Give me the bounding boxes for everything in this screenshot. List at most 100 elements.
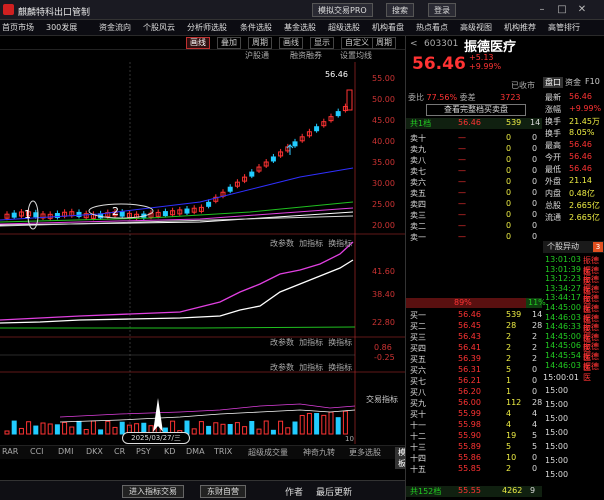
chart-tool-2[interactable]: 周期 xyxy=(248,37,272,49)
buy-level-label: 买六 xyxy=(410,366,426,375)
last-update-label[interactable]: 最后更新 xyxy=(316,485,352,498)
panel4-edit-param[interactable]: 改参数 xyxy=(270,363,294,372)
panel2-add-ind[interactable]: 加指标 xyxy=(299,239,323,248)
menu-item-3[interactable]: 个股风云 xyxy=(143,22,175,33)
menu-item-7[interactable]: 超级选股 xyxy=(328,22,360,33)
buy-level-row: 十四 55.86 10 0 xyxy=(406,453,542,464)
indicator-tab-1[interactable]: CCI xyxy=(30,447,44,456)
volume-bar xyxy=(105,420,111,435)
back-icon[interactable]: < xyxy=(410,39,418,49)
sim-trade-button[interactable]: 模拟交易PRO xyxy=(312,3,373,17)
chart-tool-5[interactable]: 自定义 xyxy=(341,37,373,49)
timeshare-row: 15:00 xyxy=(543,456,604,467)
chart-tool-0[interactable]: 画线 xyxy=(186,37,210,49)
kline-chart[interactable] xyxy=(0,62,405,444)
menu-item-6[interactable]: 基金选股 xyxy=(284,22,316,33)
sell-level-count: 0 xyxy=(532,133,538,142)
volume-bar xyxy=(198,421,204,435)
stat-value: 2.665亿 xyxy=(569,213,600,222)
buy-level-price: 55.86 xyxy=(458,453,481,462)
indicator-tab-8[interactable]: TRIX xyxy=(214,447,232,456)
stat-row: 今开 56.46 xyxy=(543,152,604,163)
menu-item-9[interactable]: 热点看点 xyxy=(416,22,448,33)
stat-value: 0.48亿 xyxy=(569,189,595,198)
stat-row: 换手 8.05% xyxy=(543,128,604,139)
menu-item-2[interactable]: 资金流向 xyxy=(99,22,131,33)
volume-bar xyxy=(263,420,269,435)
bottom-total-price: 55.55 xyxy=(458,486,481,495)
indicator-tab-10[interactable]: 神奇九转 xyxy=(303,447,335,458)
menu-item-0[interactable]: 首页市场 xyxy=(2,22,34,33)
panel2-swap-ind[interactable]: 换指标 xyxy=(328,239,352,248)
panel2-y-label: 41.60 xyxy=(372,267,395,276)
volume-bar xyxy=(11,420,17,435)
sell-level-label: 卖八 xyxy=(410,156,426,165)
panel4-add-ind[interactable]: 加指标 xyxy=(299,363,323,372)
indicator-tab-0[interactable]: RAR xyxy=(2,447,18,456)
panel3-add-ind[interactable]: 加指标 xyxy=(299,338,323,347)
menu-item-10[interactable]: 高级视图 xyxy=(460,22,492,33)
buy-level-count: 0 xyxy=(532,387,538,396)
indicator-tab-4[interactable]: CR xyxy=(114,447,125,456)
indicator-tab-5[interactable]: PSY xyxy=(136,447,151,456)
indicator-tab-11[interactable]: 更多选股 xyxy=(349,447,381,458)
buy-level-price: 55.85 xyxy=(458,464,481,473)
anomaly-badge[interactable]: 3 xyxy=(593,242,603,252)
price-change-pct: +9.99% xyxy=(469,62,502,71)
stock-code: 603301 xyxy=(424,39,459,49)
menu-item-4[interactable]: 分析师选股 xyxy=(187,22,227,33)
right-tab-0[interactable]: 盘口 xyxy=(543,77,563,88)
indicator-trade-button[interactable]: 进入指标交易 xyxy=(122,485,184,498)
indicator-tab-7[interactable]: DMA xyxy=(186,447,205,456)
event-row[interactable]: 14:46:03 振德医 xyxy=(543,361,604,382)
margin-link[interactable]: 融资融券 xyxy=(290,50,322,61)
timeshare-row: 15:00 xyxy=(543,386,604,397)
menu-item-5[interactable]: 条件选股 xyxy=(240,22,272,33)
indicator-tab-6[interactable]: KD xyxy=(164,447,175,456)
sell-level-label: 卖九 xyxy=(410,145,426,154)
full-depth-button[interactable]: 查看完整档买卖盘 xyxy=(426,104,526,116)
login-button[interactable]: 登录 xyxy=(428,3,456,17)
author-label[interactable]: 作者 xyxy=(285,485,303,498)
right-tab-2[interactable]: F10 xyxy=(583,77,602,88)
volume-bar xyxy=(242,426,248,435)
hk-connect-link[interactable]: 沪股通 xyxy=(245,50,269,61)
chart-tool-3[interactable]: 画线 xyxy=(279,37,303,49)
menu-item-12[interactable]: 高管排行 xyxy=(548,22,580,33)
menu-item-1[interactable]: 300发展 xyxy=(46,22,77,33)
minimize-icon[interactable]: – xyxy=(535,3,549,17)
indicator-tab-3[interactable]: DKX xyxy=(86,447,103,456)
chart-tool-1[interactable]: 叠加 xyxy=(217,37,241,49)
sell-level-row: 卖六 — 0 0 xyxy=(406,177,542,188)
weibi-row: 委比 77.56% 委差 3723 xyxy=(408,92,521,103)
buy-level-count: 14 xyxy=(532,310,543,319)
indicator-tab-9[interactable]: 超级成交量 xyxy=(248,447,288,458)
self-run-button[interactable]: 东财自营 xyxy=(200,485,246,498)
menu-item-8[interactable]: 机构看盘 xyxy=(372,22,404,33)
panel3-swap-ind[interactable]: 换指标 xyxy=(328,338,352,347)
panel4-swap-ind[interactable]: 换指标 xyxy=(328,363,352,372)
right-tab-1[interactable]: 资金 xyxy=(563,77,583,88)
buy-level-label: 十二 xyxy=(410,432,426,441)
market-status: 已收市 xyxy=(511,81,535,90)
indicator-tab-2[interactable]: DMI xyxy=(58,447,73,456)
close-icon[interactable]: ✕ xyxy=(575,3,589,17)
search-button[interactable]: 搜索 xyxy=(386,3,414,17)
maximize-icon[interactable]: □ xyxy=(555,3,569,17)
buy-level-count: 2 xyxy=(532,354,538,363)
panel3-edit-param[interactable]: 改参数 xyxy=(270,338,294,347)
panel2-edit-param[interactable]: 改参数 xyxy=(270,239,294,248)
sell-level-vol: 0 xyxy=(506,232,512,241)
panel4-y-label: 交易指标 xyxy=(366,395,398,404)
chart-tool-6[interactable]: 周期 xyxy=(372,37,396,49)
buy-level-row: 买二 56.45 28 28 xyxy=(406,321,542,332)
chart-tool-4[interactable]: 显示 xyxy=(310,37,334,49)
event-time: 14:45:00 xyxy=(545,303,581,312)
sell-level-vol: 0 xyxy=(506,144,512,153)
buy-level-row: 十三 55.89 5 5 xyxy=(406,442,542,453)
menu-item-11[interactable]: 机构推荐 xyxy=(504,22,536,33)
buy-level-price: 56.43 xyxy=(458,332,481,341)
ma-settings-link[interactable]: 设置均线 xyxy=(340,50,372,61)
stat-label: 总股 xyxy=(545,201,561,210)
buy-level-vol: 19 xyxy=(506,431,517,440)
